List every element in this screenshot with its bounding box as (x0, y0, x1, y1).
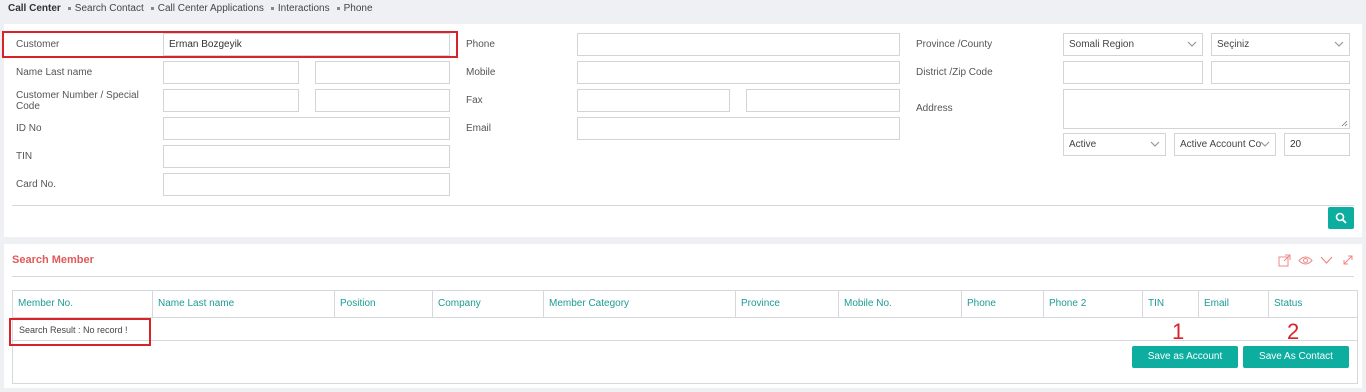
column-company[interactable]: Company (433, 291, 544, 317)
zip-code-input[interactable] (1211, 61, 1350, 84)
resize-handle-icon[interactable] (1341, 120, 1348, 127)
save-as-account-button[interactable]: Save as Account (1132, 346, 1238, 368)
column-position[interactable]: Position (335, 291, 433, 317)
customer-highlight (2, 31, 458, 58)
annotation-2: 2 (1287, 319, 1300, 344)
id-no-label: ID No (16, 123, 42, 134)
column-tin[interactable]: TIN (1143, 291, 1199, 317)
member-table: Member No. Name Last name Position Compa… (12, 290, 1358, 384)
column-status[interactable]: Status (1269, 291, 1357, 317)
customer-number-input[interactable] (163, 89, 299, 112)
chevron-down-icon[interactable] (1320, 256, 1333, 265)
province-label: Province /County (916, 39, 993, 50)
tin-input[interactable] (163, 145, 450, 168)
status-select[interactable]: Active (1063, 133, 1166, 156)
fax-input[interactable] (577, 89, 730, 112)
customer-number-label: Customer Number / Special Code (16, 90, 139, 112)
search-result-text: Search Result : No record ! (19, 325, 128, 335)
district-input[interactable] (1063, 61, 1203, 84)
search-member-title: Search Member (12, 254, 94, 266)
email-input[interactable] (577, 117, 900, 140)
form-divider (12, 205, 1354, 206)
expand-icon[interactable] (1342, 254, 1354, 266)
county-select[interactable]: Seçiniz (1211, 33, 1350, 56)
search-contact-form: Customer Erman Bozgeyik Name Last name C… (2, 24, 1362, 237)
chevron-down-icon (1334, 39, 1344, 49)
address-textarea[interactable] (1063, 89, 1350, 129)
table-header-row: Member No. Name Last name Position Compa… (13, 291, 1357, 318)
province-select[interactable]: Somali Region (1063, 33, 1203, 56)
search-member-panel: Search Member Member No. Name Last name … (4, 244, 1362, 388)
chevron-down-icon (1150, 139, 1160, 149)
chevron-down-icon (1260, 139, 1270, 149)
panel-header-divider (12, 276, 1354, 277)
breadcrumb: Call Center Search Contact Call Center A… (8, 2, 373, 14)
last-name-input[interactable] (315, 61, 450, 84)
mobile-input[interactable] (577, 61, 900, 84)
column-province[interactable]: Province (736, 291, 839, 317)
address-label: Address (916, 103, 953, 114)
result-row-divider (13, 340, 1357, 341)
export-icon[interactable] (1278, 254, 1291, 267)
special-code-input[interactable] (315, 89, 450, 112)
card-no-label: Card No. (16, 179, 57, 190)
eye-icon[interactable] (1298, 255, 1313, 266)
name-label: Name Last name (16, 67, 93, 78)
phone-input[interactable] (577, 33, 900, 56)
email-label: Email (466, 123, 492, 134)
page-size-input[interactable]: 20 (1284, 133, 1350, 156)
breadcrumb-item-interactions[interactable]: Interactions (278, 3, 330, 14)
breadcrumb-item-phone[interactable]: Phone (344, 3, 373, 14)
status-select-value: Active (1069, 139, 1097, 150)
card-no-input[interactable] (163, 173, 450, 196)
save-as-contact-button[interactable]: Save As Contact (1243, 346, 1349, 368)
column-phone[interactable]: Phone (962, 291, 1044, 317)
tin-label: TIN (16, 151, 33, 162)
search-button[interactable] (1328, 207, 1354, 229)
district-label: District /Zip Code (916, 67, 993, 78)
annotation-1: 1 (1172, 319, 1185, 344)
county-select-value: Seçiniz (1217, 39, 1250, 50)
first-name-input[interactable] (163, 61, 299, 84)
chevron-down-icon (1187, 39, 1197, 49)
fax-label: Fax (466, 95, 483, 106)
column-phone-2[interactable]: Phone 2 (1044, 291, 1143, 317)
phone-label: Phone (466, 39, 495, 50)
column-name[interactable]: Name Last name (153, 291, 335, 317)
mobile-label: Mobile (466, 67, 496, 78)
column-mobile-no[interactable]: Mobile No. (839, 291, 962, 317)
column-member-no[interactable]: Member No. (13, 291, 153, 317)
fax-extension-input[interactable] (746, 89, 900, 112)
account-type-select-value: Active Account Co (1180, 139, 1262, 150)
breadcrumb-item-call-center-applications[interactable]: Call Center Applications (158, 3, 264, 14)
breadcrumb-home[interactable]: Call Center (8, 3, 61, 14)
column-member-category[interactable]: Member Category (544, 291, 736, 317)
id-no-input[interactable] (163, 117, 450, 140)
column-email[interactable]: Email (1199, 291, 1269, 317)
province-select-value: Somali Region (1069, 39, 1135, 50)
search-icon (1335, 212, 1347, 224)
breadcrumb-item-search-contact[interactable]: Search Contact (75, 3, 144, 14)
account-type-select[interactable]: Active Account Co (1174, 133, 1276, 156)
